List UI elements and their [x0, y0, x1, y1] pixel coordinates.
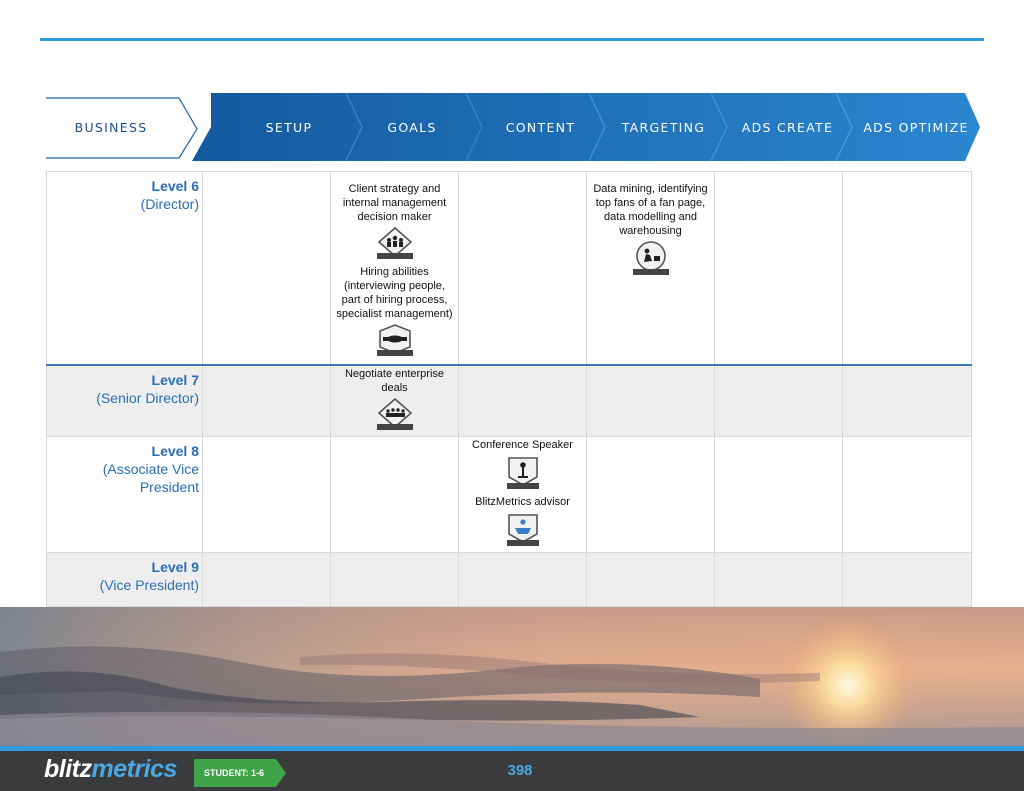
client-strategy-badge-icon — [376, 227, 413, 259]
table-row: Level 8 (Associate Vice President Confer… — [46, 435, 972, 553]
level-header: Level 9 (Vice President) — [46, 551, 203, 607]
logo-text-secondary: metrics — [91, 755, 178, 783]
empty-cell — [202, 171, 331, 366]
empty-cell — [714, 551, 843, 607]
empty-cell — [714, 435, 843, 553]
step-business[interactable]: BUSINESS — [46, 92, 176, 162]
task-text: Negotiate enterprise deals — [344, 367, 445, 394]
empty-cell — [714, 364, 843, 437]
student-label: STUDENT: 1-6 — [203, 768, 264, 778]
targeting-cell: Data mining, identifying top fans of a f… — [586, 171, 715, 366]
table-row: Level 7 (Senior Director) Negotiate ente… — [46, 364, 972, 437]
empty-cell — [842, 364, 972, 437]
task-text: Data mining, identifying top fans of a f… — [593, 183, 708, 237]
level-title: (Director) — [140, 196, 199, 212]
empty-cell — [842, 551, 972, 607]
level-number: Level 6 — [151, 178, 199, 194]
table-row: Level 6 (Director) Client strategy and i… — [46, 171, 972, 366]
speaker-badge-icon — [506, 456, 539, 489]
empty-cell — [458, 171, 587, 366]
task-text: Client strategy and internal management … — [342, 183, 447, 223]
table-row: Level 9 (Vice President) — [46, 551, 972, 607]
step-goals[interactable]: GOALS — [351, 92, 473, 162]
empty-cell — [330, 551, 459, 607]
empty-cell — [202, 435, 331, 553]
step-setup[interactable]: SETUP — [229, 92, 349, 162]
step-ribbon: BUSINESS SETUP GOALS CONTENT TARGETING A… — [46, 92, 982, 162]
step-content[interactable]: CONTENT — [478, 92, 603, 162]
top-divider — [40, 38, 984, 41]
level-title: (Vice President) — [99, 576, 199, 593]
empty-cell — [714, 171, 843, 366]
goals-cell: Client strategy and internal management … — [330, 171, 459, 366]
empty-cell — [586, 435, 715, 553]
sunset-banner-image — [0, 607, 1024, 748]
level-title: (Senior Director) — [96, 389, 199, 406]
level-header: Level 8 (Associate Vice President — [46, 435, 203, 553]
step-ads-optimize[interactable]: ADS OPTIMIZE — [852, 92, 980, 162]
empty-cell — [586, 551, 715, 607]
level-grid: Level 6 (Director) Client strategy and i… — [46, 171, 972, 607]
student-tag: STUDENT: 1-6 — [194, 759, 286, 787]
empty-cell — [586, 364, 715, 437]
advisor-badge-icon — [506, 513, 539, 546]
enterprise-badge-icon — [376, 397, 413, 430]
empty-cell — [842, 171, 972, 366]
task-text: Conference Speaker — [472, 438, 573, 451]
blitzmetrics-logo[interactable]: blitzmetrics — [44, 755, 177, 784]
task-text: Hiring abilities (interviewing people, p… — [336, 266, 453, 320]
level-number: Level 8 — [151, 442, 199, 459]
empty-cell — [202, 551, 331, 607]
level-number: Level 9 — [151, 558, 199, 575]
footer-bar: blitzmetrics STUDENT: 1-6 398 — [0, 751, 1024, 791]
logo-text-primary: blitz — [44, 755, 92, 783]
empty-cell — [458, 364, 587, 437]
data-mining-badge-icon — [632, 241, 669, 275]
task-text: BlitzMetrics advisor — [475, 495, 570, 508]
page-number: 398 — [507, 762, 533, 779]
level-header: Level 6 (Director) — [46, 171, 203, 366]
sunset-illustration — [0, 607, 1024, 748]
empty-cell — [458, 551, 587, 607]
empty-cell — [842, 435, 972, 553]
step-targeting[interactable]: TARGETING — [601, 92, 726, 162]
empty-cell — [330, 435, 459, 553]
step-ads-create[interactable]: ADS CREATE — [726, 92, 849, 162]
goals-cell: Negotiate enterprise deals — [330, 364, 459, 437]
hiring-ability-badge-icon — [376, 324, 413, 356]
empty-cell — [202, 364, 331, 437]
level-title: (Associate Vice President — [102, 460, 199, 495]
content-cell: Conference Speaker BlitzMetrics advisor — [458, 435, 587, 553]
level-header: Level 7 (Senior Director) — [46, 364, 203, 437]
level-number: Level 7 — [151, 371, 199, 388]
